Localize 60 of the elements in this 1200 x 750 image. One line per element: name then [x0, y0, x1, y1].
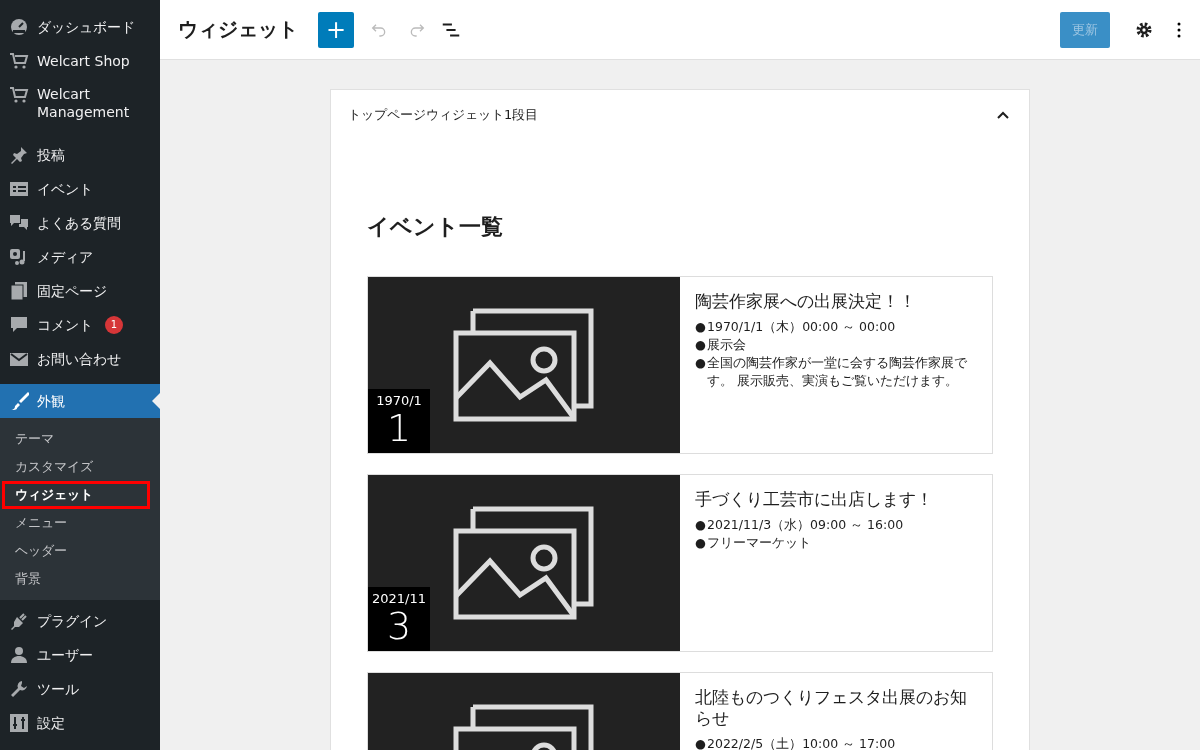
event-title[interactable]: 手づくり工芸市に出店します！ [695, 489, 933, 510]
sidebar-item[interactable]: お問い合わせ [0, 342, 160, 376]
sidebar-item[interactable]: Welcart Shop [0, 44, 160, 78]
user-icon [9, 645, 29, 665]
bullet: ● [695, 336, 707, 354]
event-detail: フリーマーケット [707, 534, 811, 552]
date-day: 1 [386, 408, 412, 448]
sidebar-item[interactable]: コメント 1 [0, 308, 160, 342]
event-detail: 全国の陶芸作家が一堂に会する陶芸作家展です。 展示販売、実演もご覧いただけます。 [707, 354, 968, 390]
event-detail: 1970/1/1（木）00:00 ～ 00:00 [707, 318, 896, 336]
dashboard-icon [9, 17, 29, 37]
comment-icon [9, 315, 29, 335]
sidebar-item[interactable]: 外観 [0, 384, 160, 418]
count-badge: 1 [105, 316, 123, 334]
widget-area-title[interactable]: トップページウィジェット1段目 [348, 106, 539, 124]
sidebar-item[interactable]: 投稿 [0, 138, 160, 172]
submenu-item[interactable]: テーマ [2, 425, 150, 453]
bullet: ● [695, 318, 707, 336]
pages-icon [9, 281, 29, 301]
sidebar-item[interactable]: よくある質問 [0, 206, 160, 240]
pin-icon [9, 145, 29, 165]
sidebar-item[interactable]: 固定ページ [0, 274, 160, 308]
event-title[interactable]: 北陸ものつくりフェスタ出展のお知らせ [695, 687, 978, 729]
section-heading: イベント一覧 [367, 213, 504, 241]
sidebar-item[interactable]: ツール [0, 672, 160, 706]
submenu-item[interactable]: ヘッダー [2, 537, 150, 565]
add-block-button[interactable]: + [318, 11, 354, 48]
event-title[interactable]: 陶芸作家展への出展決定！！ [695, 291, 978, 312]
sidebar-item[interactable]: 設定 [0, 706, 160, 740]
card-icon [9, 179, 29, 199]
images-icon [453, 308, 595, 422]
chevron-icon[interactable] [997, 111, 1009, 119]
cart-icon [9, 51, 29, 71]
sidebar-item[interactable]: イベント [0, 172, 160, 206]
submenu-item[interactable]: カスタマイズ [2, 453, 150, 481]
sliders-icon [9, 713, 29, 733]
sidebar-item[interactable]: ダッシュボード [0, 10, 160, 44]
sidebar-item[interactable]: メディア [0, 240, 160, 274]
submenu-item[interactable]: ウィジェット [2, 481, 150, 509]
sidebar-item[interactable]: プラグイン [0, 604, 160, 638]
images-icon [453, 506, 595, 620]
sidebar-item[interactable]: Welcart Management [0, 78, 160, 128]
bullet: ● [695, 735, 707, 750]
event-detail: 2021/11/3（水）09:00 ～ 16:00 [707, 516, 904, 534]
bullet: ● [695, 516, 707, 534]
cart-icon [9, 85, 29, 105]
more-options-icon[interactable] [1176, 20, 1182, 39]
bullet: ● [695, 354, 707, 372]
date-month: 1970/1 [376, 393, 422, 408]
date-day: 3 [386, 606, 412, 646]
bullet: ● [695, 534, 707, 552]
plug-icon [9, 611, 29, 631]
event-detail: 2022/2/5（土）10:00 ～ 17:00 [707, 735, 896, 750]
sidebar-item[interactable]: ユーザー [0, 638, 160, 672]
event-detail: 展示会 [707, 336, 746, 354]
submenu-item[interactable]: メニュー [2, 509, 150, 537]
wrench-icon [9, 679, 29, 699]
date-month: 2021/11 [372, 591, 426, 606]
page-title: ウィジェット [178, 16, 298, 43]
submenu-item[interactable]: 背景 [2, 565, 150, 593]
